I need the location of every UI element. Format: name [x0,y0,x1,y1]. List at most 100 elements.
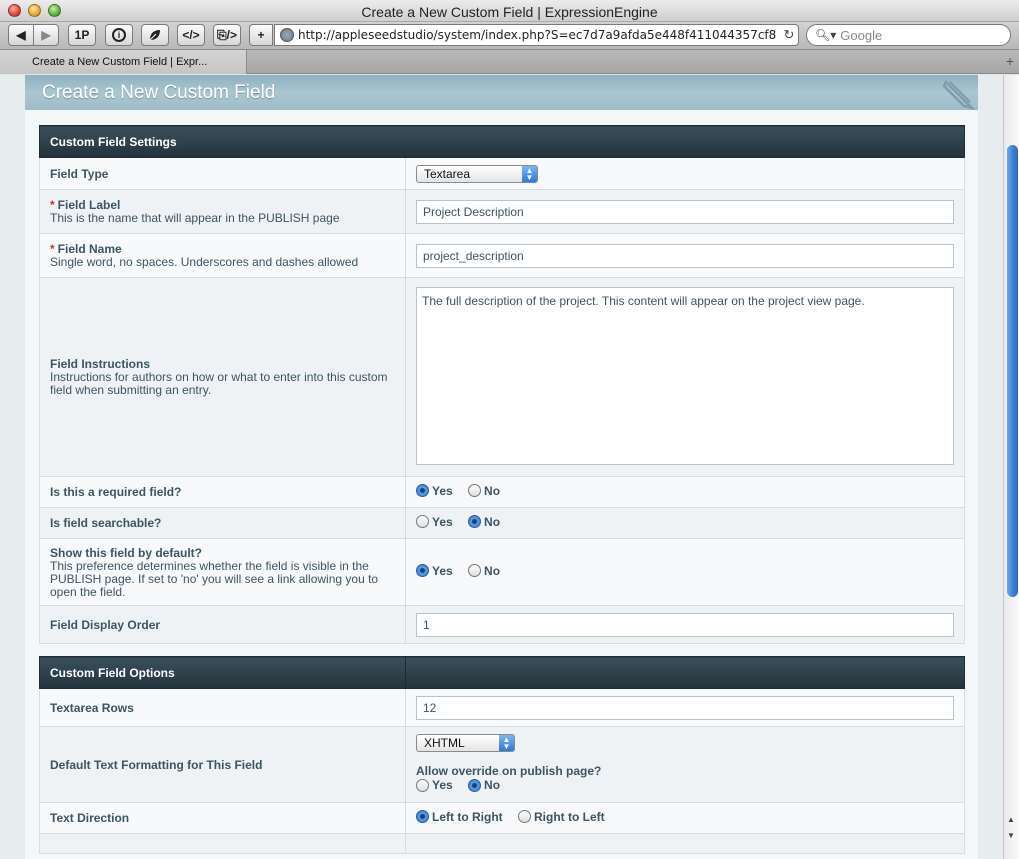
direction-rtl-option[interactable]: Right to Left [518,810,605,824]
required-no-option[interactable]: No [468,484,500,498]
row-field-name: * Field Name Single word, no spaces. Unde… [39,233,965,278]
leaf-button[interactable] [141,24,169,46]
formatting-value: XHTML [424,736,465,751]
required-no-radio[interactable] [468,484,482,498]
field-label-description: This is the name that will appear in the… [50,211,340,225]
onepassword-button[interactable]: 1P [68,24,96,46]
address-bar[interactable]: http://appleseedstudio/system/index.php?… [274,24,799,46]
field-instructions-description: Instructions for authors on how or what … [50,370,388,397]
required-yes-radio[interactable] [416,484,429,498]
row-text-formatting: Default Text Formatting for This Field X… [39,726,965,803]
forward-button[interactable]: ▶ [33,24,59,46]
search-icon: 🔍︎▾ [815,28,837,42]
select-arrows-icon: ▲ ▼ [499,735,514,752]
row-textarea-rows: Textarea Rows [39,688,965,727]
searchable-label: Is field searchable? [50,516,162,530]
tab-bar: Create a New Custom Field | Expr... + [0,49,1019,74]
vertical-scrollbar[interactable]: ▲ ▼ [1003,75,1019,859]
row-show-default: Show this field by default? This prefere… [39,538,965,606]
direction-rtl-radio[interactable] [518,810,531,824]
field-type-label: Field Type [50,166,109,181]
back-arrow-icon: ◀ [16,28,26,42]
direction-ltr-label: Left to Right [432,809,503,824]
override-label: Allow override on publish page? [416,764,602,779]
textarea-rows-input[interactable] [416,695,954,720]
address-text[interactable]: http://appleseedstudio/system/index.php?… [298,28,780,42]
override-no-option[interactable]: No [468,778,500,792]
required-yes-option[interactable]: Yes [416,484,453,498]
row-display-order: Field Display Order [39,605,965,644]
override-yes-radio[interactable] [416,778,429,792]
required-yes-label: Yes [432,483,453,498]
searchable-yes-radio[interactable] [416,515,429,529]
textarea-rows-label: Textarea Rows [50,700,134,715]
required-field-label: Is this a required field? [50,485,182,499]
scroll-up-arrow-icon[interactable]: ▲ [1007,815,1015,824]
field-label-title: Field Label [57,198,121,212]
direction-rtl-label: Right to Left [534,809,605,824]
show-default-yes-radio[interactable] [416,564,429,578]
field-name-title: Field Name [57,242,122,256]
row-field-instructions: Field Instructions Instructions for auth… [39,277,965,477]
scroll-down-arrow-icon[interactable]: ▼ [1007,831,1015,840]
searchable-no-radio[interactable] [468,515,482,529]
direction-ltr-radio[interactable] [416,810,429,824]
view-source-button[interactable]: </> [177,24,205,46]
options-header-spacer [405,656,965,689]
show-default-no-option[interactable]: No [468,564,500,578]
direction-ltr-option[interactable]: Left to Right [416,810,503,824]
override-no-label: No [484,778,501,793]
formatting-select[interactable]: XHTML ▲ ▼ [416,734,515,753]
validate-button[interactable]: ⎘/> [213,24,241,46]
searchable-yes-option[interactable]: Yes [416,515,453,529]
display-order-input[interactable] [416,612,954,637]
searchable-no-option[interactable]: No [468,515,500,529]
forward-arrow-icon: ▶ [41,28,51,42]
searchable-yes-label: Yes [432,514,453,529]
required-no-label: No [484,483,501,498]
info-icon: i [112,28,126,42]
override-no-radio[interactable] [468,778,482,792]
field-instructions-textarea[interactable]: The full description of the project. Thi… [416,286,954,465]
custom-field-settings-table: Custom Field Settings Field Type Textare… [39,125,965,644]
field-name-input[interactable] [416,243,954,268]
search-placeholder: Google [840,27,883,43]
show-default-yes-option[interactable]: Yes [416,564,453,578]
row-partial [39,833,965,854]
show-default-no-label: No [484,563,501,578]
custom-field-options-table: Custom Field Options Textarea Rows Defau… [39,656,965,854]
tab-create-custom-field[interactable]: Create a New Custom Field | Expr... [0,50,247,74]
pencil-icon [942,79,976,110]
globe-icon [280,28,294,42]
new-tab-icon[interactable]: + [1006,53,1014,69]
required-marker-icon: * [50,242,55,256]
back-button[interactable]: ◀ [8,24,34,46]
formatting-label: Default Text Formatting for This Field [50,757,263,772]
text-direction-label: Text Direction [50,811,130,825]
search-input[interactable]: 🔍︎▾ Google [806,24,1011,46]
field-name-description: Single word, no spaces. Underscores and … [50,255,359,269]
row-field-label: * Field Label This is the name that will … [39,189,965,234]
browser-toolbar: ◀ ▶ 1P i </> ⎘/> + http://appleseedstudi… [0,22,1019,49]
settings-header: Custom Field Settings [39,125,965,158]
reload-icon[interactable]: ↻ [780,27,798,43]
field-type-value: Textarea [424,166,471,181]
field-instructions-title: Field Instructions [50,357,151,371]
add-bookmark-button[interactable]: + [249,24,273,46]
leaf-icon [149,30,160,41]
content-panel: Create a New Custom Field Custom Field S… [25,75,978,859]
field-type-select[interactable]: Textarea ▲ ▼ [416,164,538,183]
row-searchable: Is field searchable? Yes No [39,507,965,539]
row-required: Is this a required field? Yes No [39,476,965,508]
field-label-input[interactable] [416,199,954,224]
window-title: Create a New Custom Field | ExpressionEn… [361,4,658,20]
page-viewport: Create a New Custom Field Custom Field S… [0,75,1003,859]
page-title: Create a New Custom Field [42,82,276,103]
options-header: Custom Field Options [39,656,406,689]
override-yes-option[interactable]: Yes [416,778,453,792]
info-button[interactable]: i [105,24,133,46]
show-default-no-radio[interactable] [468,564,482,578]
show-default-title: Show this field by default? [50,545,203,560]
scroll-thumb[interactable] [1007,145,1018,597]
row-field-type: Field Type Textarea ▲ ▼ [39,157,965,190]
